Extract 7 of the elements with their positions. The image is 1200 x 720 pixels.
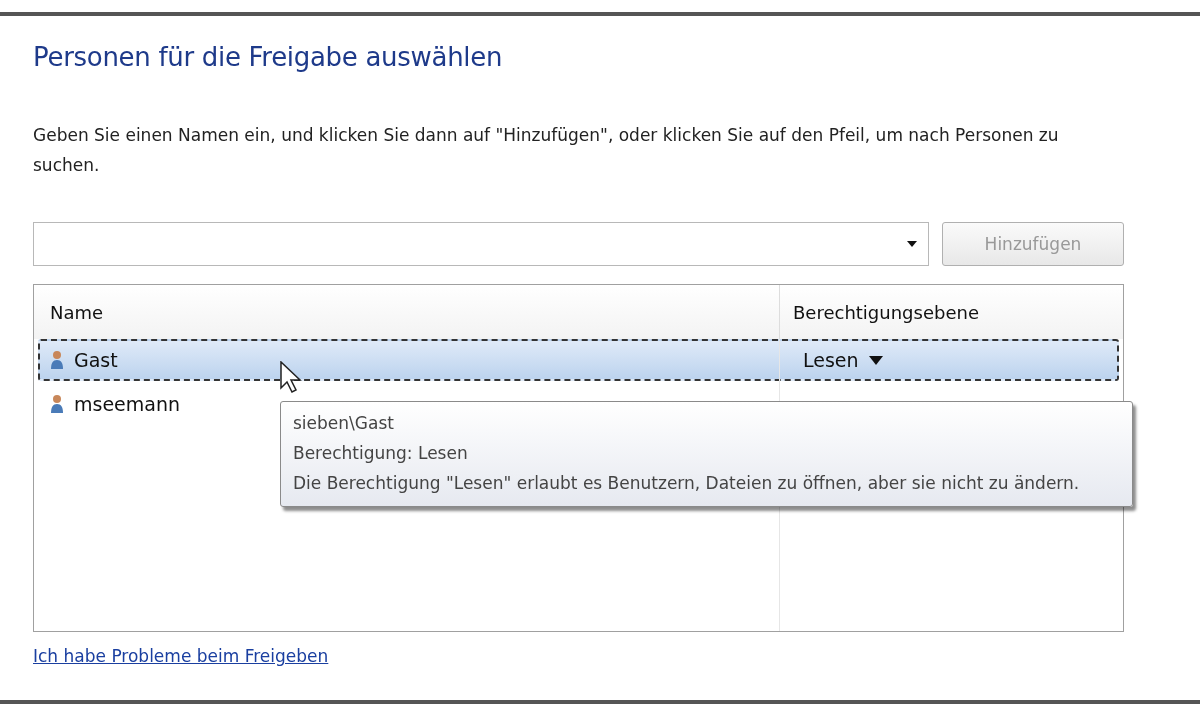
instruction-text: Geben Sie einen Namen ein, und klicken Sie dann auf "Hinzufügen", oder klicken Sie auf den Pfeil, um nach Personen zu suchen.	[33, 124, 1060, 177]
user-name: Gast	[74, 349, 118, 371]
tooltip-text: Berechtigung: Lesen	[293, 442, 469, 465]
tooltip-text: sieben\Gast	[293, 412, 395, 435]
dialog-title: Personen für die Freigabe auswählen	[33, 42, 504, 72]
tooltip-text: Die Berechtigung "Lesen" erlaubt es Benutzern, Dateien zu öffnen, aber sie nicht zu ändern.	[293, 472, 1081, 495]
user-name: mseemann	[74, 393, 181, 415]
